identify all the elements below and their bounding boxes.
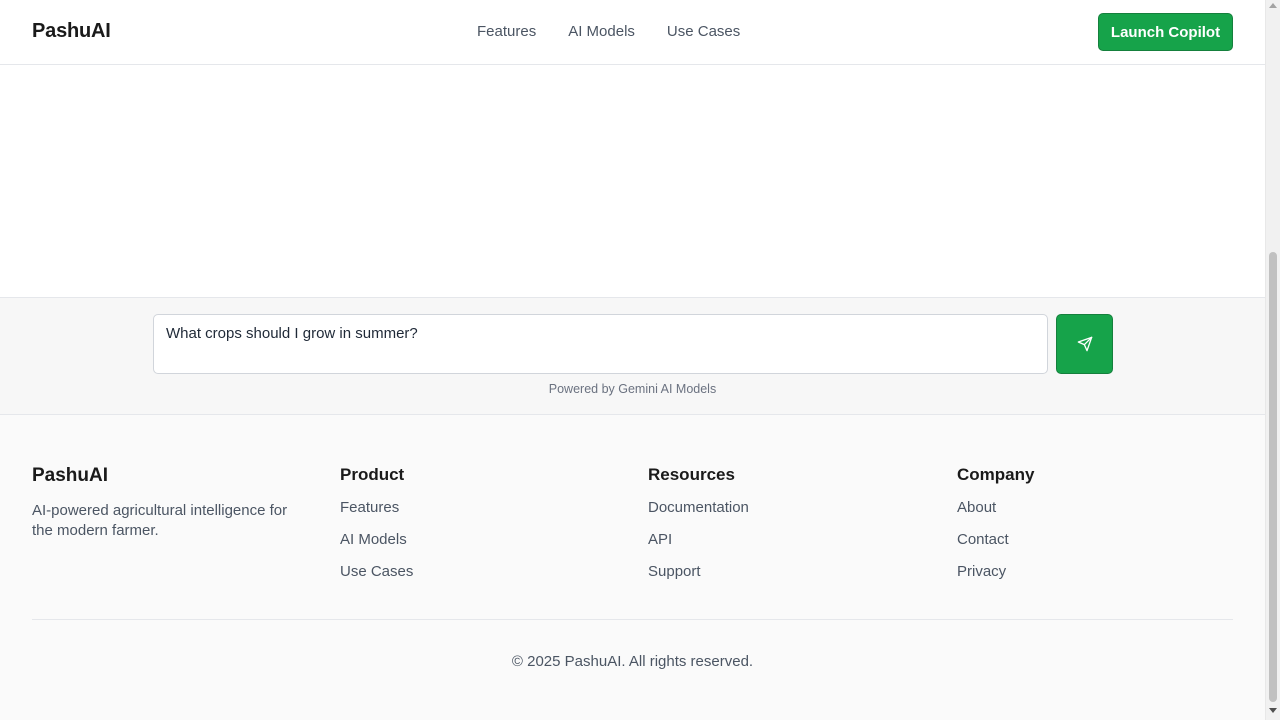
footer-column-product: Product Features AI Models Use Cases [340, 465, 413, 594]
logo[interactable]: PashuAI [32, 20, 111, 43]
chat-input[interactable]: What crops should I grow in summer? [153, 314, 1048, 374]
nav-link-ai-models[interactable]: AI Models [568, 23, 635, 40]
chat-messages-area [0, 65, 1265, 297]
footer-link-contact[interactable]: Contact [957, 530, 1034, 562]
footer-heading-company: Company [957, 465, 1035, 484]
send-icon [1077, 336, 1092, 352]
nav-link-use-cases[interactable]: Use Cases [667, 23, 740, 40]
main-nav: Features AI Models Use Cases [477, 23, 740, 40]
footer-link-support[interactable]: Support [648, 562, 749, 594]
footer-link-features[interactable]: Features [340, 498, 413, 530]
scrollbar-thumb[interactable] [1269, 252, 1277, 702]
scroll-down-arrow-icon[interactable] [1269, 708, 1277, 713]
footer-link-privacy[interactable]: Privacy [957, 562, 1034, 594]
nav-link-features[interactable]: Features [477, 23, 536, 40]
footer-divider [32, 619, 1233, 620]
page: PashuAI Features AI Models Use Cases Lau… [0, 0, 1265, 720]
footer-link-about[interactable]: About [957, 498, 1034, 530]
footer-link-documentation[interactable]: Documentation [648, 498, 749, 530]
footer-link-use-cases[interactable]: Use Cases [340, 562, 413, 594]
footer-link-api[interactable]: API [648, 530, 749, 562]
footer-heading-resources: Resources [648, 465, 735, 484]
scroll-up-arrow-icon[interactable] [1269, 3, 1277, 8]
site-footer: PashuAI AI-powered agricultural intellig… [0, 415, 1265, 720]
copyright-text: © 2025 PashuAI. All rights reserved. [511, 653, 754, 670]
footer-brand-column: PashuAI AI-powered agricultural intellig… [32, 465, 312, 541]
footer-link-ai-models[interactable]: AI Models [340, 530, 413, 562]
page-scrollbar[interactable] [1265, 0, 1280, 720]
launch-copilot-button[interactable]: Launch Copilot [1098, 13, 1233, 51]
powered-by-text: Powered by Gemini AI Models [548, 382, 717, 396]
footer-column-resources: Resources Documentation API Support [648, 465, 749, 594]
footer-column-company: Company About Contact Privacy [957, 465, 1034, 594]
chat-input-bar: What crops should I grow in summer? Powe… [0, 297, 1265, 415]
footer-description: AI-powered agricultural intelligence for… [32, 502, 288, 539]
footer-brand: PashuAI [32, 465, 109, 486]
send-button[interactable] [1056, 314, 1113, 374]
footer-heading-product: Product [340, 465, 405, 484]
site-header: PashuAI Features AI Models Use Cases Lau… [0, 0, 1265, 65]
